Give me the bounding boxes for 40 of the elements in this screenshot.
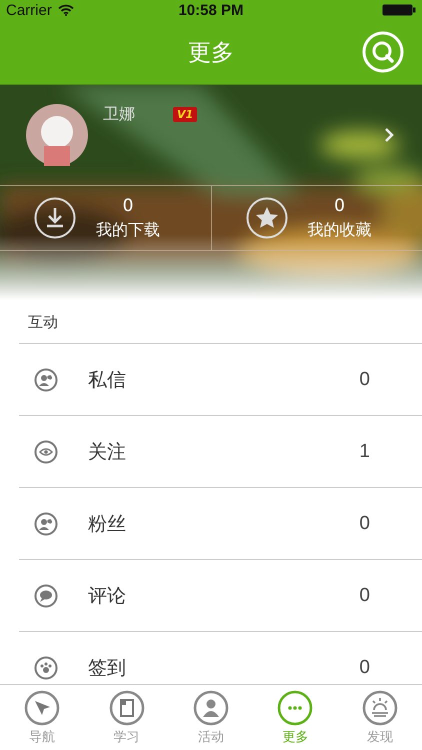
item-label: 粉丝 bbox=[88, 512, 126, 536]
chat-bubble-icon bbox=[34, 584, 58, 608]
notebook-icon bbox=[108, 690, 145, 726]
stat-label: 我的收藏 bbox=[308, 220, 372, 240]
section-title: 互动 bbox=[27, 312, 59, 332]
item-label: 私信 bbox=[88, 368, 126, 392]
item-label: 签到 bbox=[88, 656, 126, 680]
stat-label: 我的下载 bbox=[96, 220, 160, 240]
sunrise-icon bbox=[362, 690, 398, 726]
list-item[interactable]: 私信 0 bbox=[19, 343, 422, 415]
level-badge: V1 bbox=[173, 107, 198, 122]
list-item[interactable]: 粉丝 0 bbox=[19, 487, 422, 559]
item-count: 1 bbox=[359, 440, 370, 462]
download-icon bbox=[34, 197, 76, 239]
avatar[interactable] bbox=[26, 104, 88, 166]
person-icon bbox=[193, 690, 230, 726]
battery-icon bbox=[382, 4, 416, 16]
item-label: 评论 bbox=[88, 584, 126, 608]
item-count: 0 bbox=[359, 656, 370, 678]
arrow-cursor-icon bbox=[24, 690, 60, 726]
chevron-right-icon[interactable] bbox=[384, 127, 394, 143]
paw-icon bbox=[34, 656, 58, 680]
list-item[interactable]: 关注 1 bbox=[19, 415, 422, 487]
stat-count: 0 bbox=[122, 196, 134, 216]
stat-button[interactable]: 0 我的收藏 bbox=[210, 186, 422, 250]
item-count: 0 bbox=[359, 368, 370, 390]
stat-button[interactable]: 0 我的下载 bbox=[0, 186, 210, 250]
list-item[interactable]: 评论 0 bbox=[19, 559, 422, 631]
item-label: 关注 bbox=[88, 440, 126, 464]
item-count: 0 bbox=[359, 512, 370, 534]
search-icon[interactable] bbox=[362, 31, 404, 73]
wifi-icon bbox=[58, 4, 74, 16]
eye-icon bbox=[34, 440, 58, 464]
user-name: 卫娜 bbox=[103, 104, 135, 125]
clock-time: 10:58 PM bbox=[177, 2, 245, 18]
carrier-name: Carrier bbox=[6, 2, 52, 18]
item-count: 0 bbox=[359, 584, 370, 606]
page-title: 更多 bbox=[188, 38, 234, 68]
stat-count: 0 bbox=[334, 196, 345, 216]
more-dots-icon bbox=[277, 690, 314, 726]
